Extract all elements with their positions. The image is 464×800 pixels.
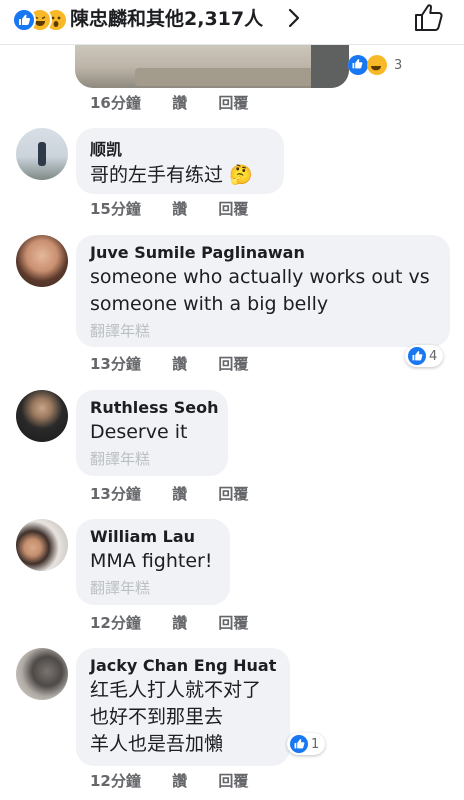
reply-link[interactable]: 回覆 [218,614,248,632]
reaction-summary[interactable]: 陳忠麟和其他2,317人 [70,4,263,31]
comment-meta: 12分鐘 讚 回覆 [90,770,274,791]
post-image[interactable] [75,40,349,88]
like-icon [348,55,368,75]
haha-icon [367,55,387,75]
comment-bubble[interactable]: Ruthless Seoh Deserve it 翻譯年糕 [76,390,228,476]
comment-bubble[interactable]: William Lau MMA fighter! 翻譯年糕 [76,519,230,605]
comment-time: 15分鐘 [90,200,141,218]
avatar[interactable] [16,519,68,571]
like-link[interactable]: 讚 [172,94,187,112]
reaction-count: 1 [311,736,320,752]
comment-time: 13分鐘 [90,485,141,503]
comment-meta: 13分鐘 讚 回覆 [90,483,274,504]
comment-author[interactable]: Ruthless Seoh [90,398,218,417]
like-icon [290,735,308,753]
comment-author[interactable]: 顺凯 [90,136,270,160]
avatar[interactable] [16,235,68,287]
like-link[interactable]: 讚 [172,200,187,218]
like-link[interactable]: 讚 [172,772,187,790]
comment-meta: 16分鐘 讚 回覆 [90,92,274,113]
comment-meta: 12分鐘 讚 回覆 [90,612,274,633]
avatar[interactable] [16,390,68,442]
image-shoreline [135,68,325,86]
translate-link[interactable]: 翻譯年糕 [90,577,216,598]
comment-time: 12分鐘 [90,772,141,790]
avatar-figure [38,142,46,166]
comment-text-line: 羊人也是吾加懶 [90,733,224,755]
like-link[interactable]: 讚 [172,614,187,632]
comment-time: 16分鐘 [90,94,141,112]
comment-author[interactable]: Juve Sumile Paglinawan [90,243,436,262]
like-link[interactable]: 讚 [172,355,187,373]
comment-text: Deserve it [90,421,188,443]
chevron-right-icon[interactable] [286,6,302,30]
like-outline-icon[interactable] [412,0,444,34]
like-icon [408,347,426,365]
reaction-count: 4 [429,348,438,364]
comment-text-line: someone who actually works out vs [90,266,430,288]
comment-bubble[interactable]: Juve Sumile Paglinawan someone who actua… [76,235,450,347]
reply-link[interactable]: 回覆 [218,485,248,503]
avatar[interactable] [16,128,68,180]
like-icon [12,8,36,32]
comment-author[interactable]: William Lau [90,527,216,546]
comment-meta: 13分鐘 讚 回覆 [90,353,274,374]
post-reaction-count[interactable]: 3 [348,54,403,76]
reply-link[interactable]: 回覆 [218,772,248,790]
like-link[interactable]: 讚 [172,485,187,503]
avatar[interactable] [16,648,68,700]
comment-text-line: 也好不到那里去 [90,706,224,728]
comment-text-line: 红毛人打人就不对了 [90,679,262,701]
translate-link[interactable]: 翻譯年糕 [90,448,214,469]
reactions-header[interactable]: 陳忠麟和其他2,317人 [0,0,464,45]
image-object [311,44,349,88]
reply-link[interactable]: 回覆 [218,355,248,373]
comments-screen: 陳忠麟和其他2,317人 3 16分鐘 讚 回覆 顺凯 哥的左手有练过 🤔 15… [0,0,464,800]
comment-author[interactable]: Jacky Chan Eng Huat [90,656,276,675]
translate-link[interactable]: 翻譯年糕 [90,320,436,341]
comment-text: MMA fighter! [90,550,213,572]
comment-bubble[interactable]: Jacky Chan Eng Huat 红毛人打人就不对了 也好不到那里去 羊人… [76,648,290,766]
comment-bubble[interactable]: 顺凯 哥的左手有练过 🤔 [76,128,284,194]
comment-reaction-count[interactable]: 1 [287,733,326,755]
comment-time: 12分鐘 [90,614,141,632]
comment-reaction-count[interactable]: 4 [405,345,444,367]
comment-time: 13分鐘 [90,355,141,373]
reply-link[interactable]: 回覆 [218,200,248,218]
reply-link[interactable]: 回覆 [218,94,248,112]
comment-meta: 15分鐘 讚 回覆 [90,198,274,219]
comment-text-line: someone with a big belly [90,293,329,315]
reaction-count: 3 [394,57,403,73]
comment-text: 哥的左手有练过 🤔 [90,164,253,186]
